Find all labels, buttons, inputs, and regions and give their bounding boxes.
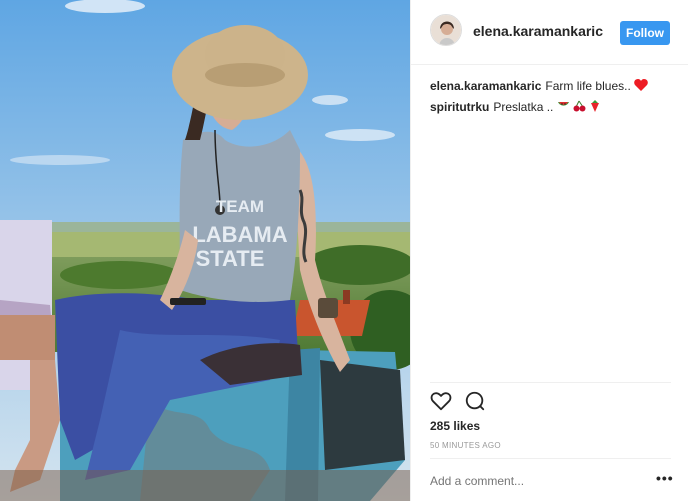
add-comment-input[interactable] bbox=[430, 474, 630, 488]
likes-count[interactable]: 285 likes bbox=[430, 419, 480, 433]
avatar[interactable] bbox=[430, 14, 462, 46]
watermelon-emoji-icon bbox=[557, 98, 570, 118]
divider bbox=[430, 458, 671, 459]
comment-reply: spiritutrku Preslatka .. bbox=[430, 97, 675, 118]
post-header: elena.karamankaric Follow bbox=[411, 0, 688, 65]
comment-username[interactable]: spiritutrku bbox=[430, 100, 489, 114]
heart-icon[interactable] bbox=[430, 390, 454, 414]
comment-caption: elena.karamankaric Farm life blues.. bbox=[430, 76, 675, 97]
cherries-emoji-icon bbox=[573, 98, 586, 118]
more-options-icon[interactable]: ••• bbox=[656, 470, 674, 486]
post-timestamp[interactable]: 50 MINUTES AGO bbox=[430, 441, 501, 450]
header-username[interactable]: elena.karamankaric bbox=[473, 23, 603, 39]
shirt-text-1: TEAM bbox=[216, 197, 264, 216]
follow-button[interactable]: Follow bbox=[620, 21, 670, 45]
comment-icon[interactable] bbox=[464, 390, 488, 414]
heart-emoji-icon bbox=[634, 77, 648, 97]
strawberry-emoji-icon bbox=[589, 98, 601, 118]
divider bbox=[430, 382, 671, 383]
shirt-text-3: STATE bbox=[196, 246, 265, 271]
comment-text: Preslatka .. bbox=[493, 99, 554, 114]
photo-image: TEAM LABAMA STATE bbox=[0, 0, 410, 501]
instagram-post: TEAM LABAMA STATE elena.karamankaric Fol… bbox=[0, 0, 688, 501]
comments-list: elena.karamankaric Farm life blues.. spir… bbox=[430, 76, 675, 118]
shirt-text-2: LABAMA bbox=[192, 222, 287, 247]
post-photo[interactable]: TEAM LABAMA STATE bbox=[0, 0, 410, 501]
post-sidebar: elena.karamankaric Follow elena.karamank… bbox=[410, 0, 688, 501]
comment-username[interactable]: elena.karamankaric bbox=[430, 79, 541, 93]
comment-text: Farm life blues.. bbox=[545, 79, 631, 93]
